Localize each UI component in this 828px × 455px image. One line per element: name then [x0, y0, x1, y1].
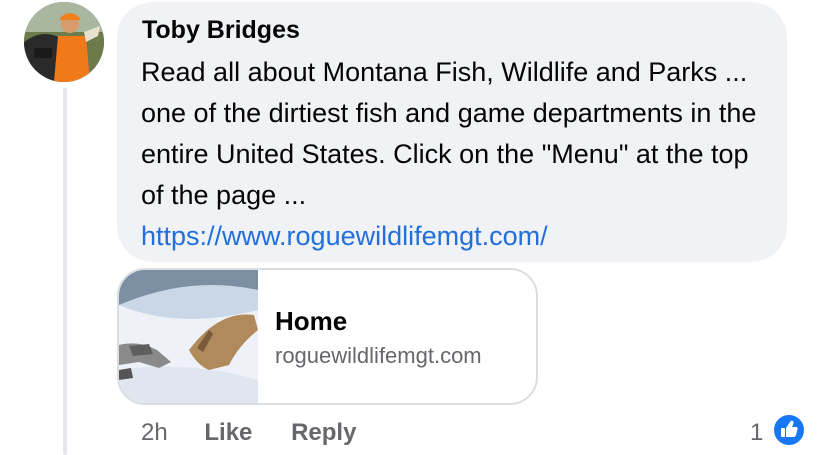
- comment-bubble: Toby Bridges Read all about Montana Fish…: [117, 2, 787, 262]
- comment-author[interactable]: Toby Bridges: [142, 16, 300, 45]
- link-preview-title: Home: [275, 306, 348, 336]
- link-preview-image: [119, 270, 258, 403]
- comment-text: Read all about Montana Fish, Wildlife an…: [141, 57, 757, 210]
- comment-container: Toby Bridges Read all about Montana Fish…: [0, 0, 828, 455]
- like-button[interactable]: Like: [204, 419, 252, 447]
- like-thumbs-up-icon[interactable]: [772, 413, 806, 447]
- comment-timestamp[interactable]: 2h: [141, 419, 168, 447]
- comment-link[interactable]: https://www.roguewildlifemgt.com/: [141, 216, 776, 257]
- reply-button[interactable]: Reply: [291, 419, 356, 447]
- comment-body: Read all about Montana Fish, Wildlife an…: [141, 52, 776, 257]
- thread-line: [63, 88, 67, 455]
- avatar-photo: [24, 2, 104, 82]
- comment-actions: 2h Like Reply: [141, 419, 388, 447]
- reaction-count[interactable]: 1: [750, 419, 763, 447]
- link-preview-domain: roguewildlifemgt.com: [275, 343, 482, 368]
- link-preview-card[interactable]: Home roguewildlifemgt.com: [117, 268, 538, 405]
- avatar[interactable]: [24, 2, 104, 82]
